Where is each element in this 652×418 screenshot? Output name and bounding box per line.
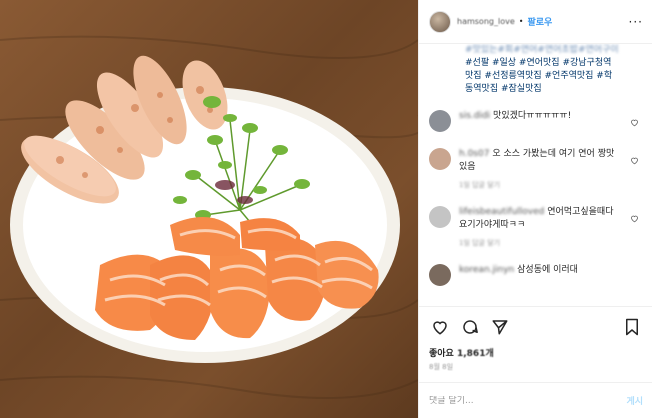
comment-avatar[interactable] bbox=[429, 148, 451, 170]
comment-item: h.0s07 오 소스 가봤는데 여기 연어 짱맛있음 1일 답글 달기 bbox=[429, 148, 643, 192]
comment-item: lifeisbeautifulloved 연어먹고싶을때다 요기가야게따ㅋㅋ 1… bbox=[429, 206, 643, 250]
post-actions-bar bbox=[419, 306, 652, 346]
salmon-sushi-photo bbox=[0, 35, 418, 399]
comment-username[interactable]: h.0s07 bbox=[459, 149, 489, 159]
separator-dot: • bbox=[518, 17, 524, 26]
comment-input[interactable] bbox=[429, 395, 599, 406]
heart-icon[interactable] bbox=[429, 316, 451, 338]
post-caption: #맛있는#회#연어#연어초밥#연어구이 #선팔 #일상 #연어맛집 #강남구청역… bbox=[465, 44, 633, 96]
share-icon[interactable] bbox=[489, 316, 511, 338]
comment-username[interactable]: korean.jinyn bbox=[459, 265, 514, 275]
post-photo[interactable] bbox=[0, 0, 418, 418]
comment-avatar[interactable] bbox=[429, 110, 451, 132]
post-header: hamsong_love • 팔로우 ··· bbox=[419, 0, 652, 44]
comment-meta[interactable]: 1일 답글 달기 bbox=[459, 179, 619, 192]
follow-button[interactable]: 팔로우 bbox=[527, 15, 552, 28]
comment-heart-icon[interactable] bbox=[630, 156, 639, 165]
post-date: 8월 8일 bbox=[429, 363, 454, 371]
comment-heart-icon[interactable] bbox=[630, 214, 639, 223]
comments-list[interactable]: #맛있는#회#연어#연어초밥#연어구이 #선팔 #일상 #연어맛집 #강남구청역… bbox=[419, 44, 652, 306]
comment-item: sis.didi 맛있겠다ㅠㅠㅠㅠㅠ! bbox=[429, 110, 643, 132]
comment-username[interactable]: lifeisbeautifulloved bbox=[459, 207, 544, 217]
comment-heart-icon[interactable] bbox=[630, 118, 639, 127]
more-options-icon[interactable]: ··· bbox=[629, 15, 643, 29]
caption-hashtags-line[interactable]: #선팔 #일상 #연어맛집 #강남구청역 bbox=[465, 57, 633, 70]
bookmark-icon[interactable] bbox=[621, 316, 643, 338]
comment-composer: 게시 bbox=[419, 382, 652, 418]
caption-hashtags-line[interactable]: 맛집 #선정릉역맛집 #언주역맛집 #학 bbox=[465, 70, 633, 83]
post-side-panel: hamsong_love • 팔로우 ··· #맛있는#회#연어#연어초밥#연어… bbox=[418, 0, 652, 418]
comment-avatar[interactable] bbox=[429, 206, 451, 228]
likes-label: 좋아요 bbox=[429, 349, 454, 359]
username-link[interactable]: hamsong_love bbox=[457, 17, 515, 26]
comment-username[interactable]: sis.didi bbox=[459, 111, 490, 121]
caption-hashtags-line[interactable]: 동역맛집 #잠실맛집 bbox=[465, 83, 633, 96]
comment-item: korean.jinyn 삼성동에 이러대 bbox=[429, 264, 643, 286]
likes-count[interactable]: 좋아요 1,861개 bbox=[429, 346, 494, 359]
comment-text: 삼성동에 이러대 bbox=[517, 265, 578, 275]
avatar[interactable] bbox=[429, 10, 451, 33]
comment-avatar[interactable] bbox=[429, 264, 451, 286]
likes-number: 1,861개 bbox=[456, 349, 494, 359]
comment-meta[interactable]: 1일 답글 달기 bbox=[459, 237, 619, 250]
comment-text: 맛있겠다ㅠㅠㅠㅠㅠ! bbox=[493, 111, 572, 121]
post-comment-button[interactable]: 게시 bbox=[626, 394, 643, 407]
caption-faded-line: #맛있는#회#연어#연어초밥#연어구이 bbox=[465, 45, 619, 55]
comment-icon[interactable] bbox=[459, 316, 481, 338]
